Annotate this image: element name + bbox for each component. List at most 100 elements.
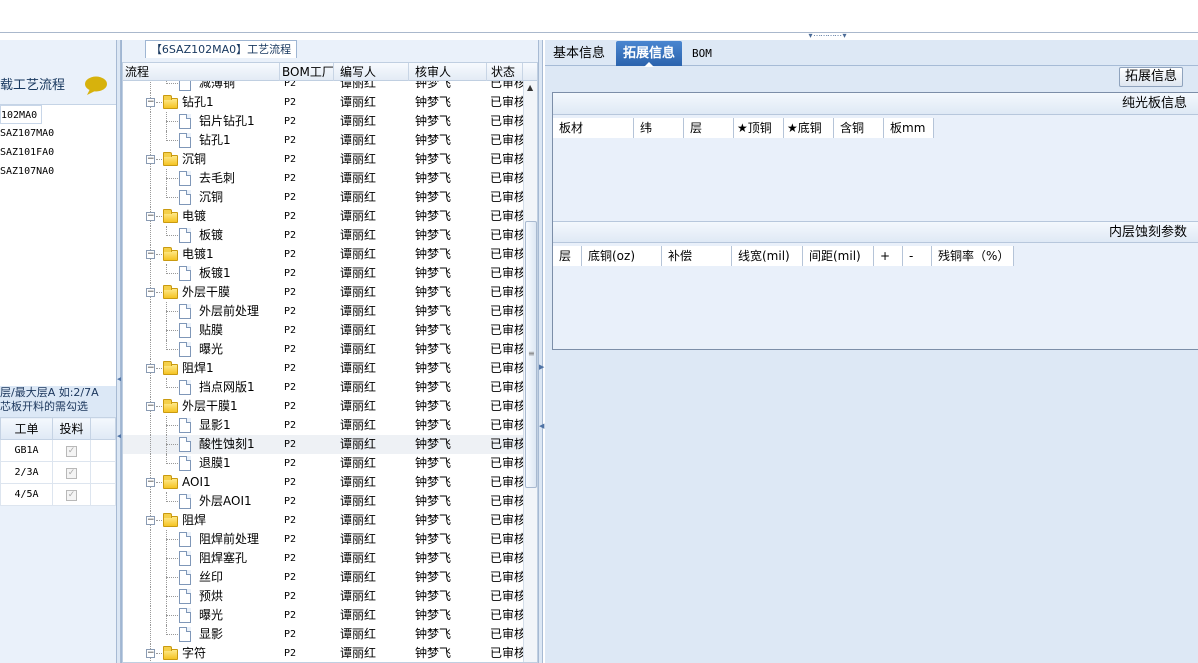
flow-step-name: 阻焊 — [182, 513, 207, 527]
flow-row[interactable]: 沉铜 P2 谭丽红 钟梦飞 已审核 — [123, 188, 523, 207]
col-header-flow[interactable]: 流程 — [123, 63, 280, 81]
flow-status-cell: 已审核 — [490, 266, 523, 280]
flow-row[interactable]: 贴膜 P2 谭丽红 钟梦飞 已审核 — [123, 321, 523, 340]
order-item[interactable]: SAZ107MA0 — [0, 124, 118, 143]
collapse-icon[interactable]: − — [146, 649, 155, 658]
table-row[interactable]: 2/3A ✓ — [0, 461, 116, 484]
chat-bubble-icon[interactable] — [84, 76, 108, 95]
col-bottom-copper[interactable]: ★底铜 — [784, 118, 834, 138]
flow-reviewer-cell: 钟梦飞 — [415, 646, 452, 660]
col-header-workorder[interactable]: 工单 — [0, 417, 53, 440]
flow-scrollbar[interactable]: ▲ ≡ — [523, 81, 537, 662]
right-splitter[interactable]: ▶ ◀ — [538, 40, 544, 663]
col-board-material[interactable]: 板材 — [553, 118, 634, 138]
col-minus[interactable]: - — [903, 246, 932, 266]
col-header-reviewer[interactable]: 核审人 — [409, 63, 487, 81]
collapse-icon[interactable]: − — [146, 516, 155, 525]
flow-rows: 减薄铜 P2 谭丽红 钟梦飞 已审核 − 钻孔1 P2 谭丽红 钟梦飞 已审核 铝片钻孔1 P2 谭丽红钟… — [123, 81, 523, 662]
col-spacing[interactable]: 间距(mil) — [803, 246, 874, 266]
tab-basic-info[interactable]: 基本信息 — [546, 41, 612, 66]
collapse-icon[interactable]: − — [146, 364, 155, 373]
flow-step-name: 退膜1 — [199, 456, 231, 470]
col-board-mm[interactable]: 板mm — [884, 118, 934, 138]
col-etch-layer[interactable]: 层 — [553, 246, 582, 266]
flow-name-cell: 外层AOI1 — [123, 492, 278, 511]
tree-line — [166, 387, 178, 388]
flow-row[interactable]: − 电镀1 P2 谭丽红 钟梦飞 已审核 — [123, 245, 523, 264]
flow-row[interactable]: 阻焊塞孔 P2 谭丽红 钟梦飞 已审核 — [123, 549, 523, 568]
collapse-icon[interactable]: − — [146, 212, 155, 221]
flow-row[interactable]: − 外层干膜 P2 谭丽红 钟梦飞 已审核 — [123, 283, 523, 302]
collapse-icon[interactable]: − — [146, 478, 155, 487]
flow-row[interactable]: − 钻孔1 P2 谭丽红 钟梦飞 已审核 — [123, 93, 523, 112]
col-plus[interactable]: + — [874, 246, 903, 266]
collapse-icon[interactable]: − — [146, 98, 155, 107]
flow-row[interactable]: − 阻焊1 P2 谭丽红 钟梦飞 已审核 — [123, 359, 523, 378]
col-header-status[interactable]: 状态 — [487, 63, 523, 81]
flow-row[interactable]: 挡点网版1 P2 谭丽红 钟梦飞 已审核 — [123, 378, 523, 397]
order-item[interactable]: SAZ101FA0 — [0, 143, 118, 162]
flow-row[interactable]: − 电镀 P2 谭丽红 钟梦飞 已审核 — [123, 207, 523, 226]
flow-step-name: 显影 — [199, 627, 224, 641]
flow-reviewer-cell: 钟梦飞 — [415, 228, 452, 242]
flow-row[interactable]: 去毛刺 P2 谭丽红 钟梦飞 已审核 — [123, 169, 523, 188]
flow-row[interactable]: 板镀1 P2 谭丽红 钟梦飞 已审核 — [123, 264, 523, 283]
flow-row[interactable]: − 沉铜 P2 谭丽红 钟梦飞 已审核 — [123, 150, 523, 169]
flow-row[interactable]: 外层前处理 P2 谭丽红 钟梦飞 已审核 — [123, 302, 523, 321]
col-compensation[interactable]: 补偿 — [662, 246, 732, 266]
col-base-copper[interactable]: 底铜(oz) — [582, 246, 662, 266]
flow-row[interactable]: 预烘 P2 谭丽红 钟梦飞 已审核 — [123, 587, 523, 606]
col-top-copper[interactable]: ★顶铜 — [734, 118, 784, 138]
flow-row[interactable]: − 字符 P2 谭丽红 钟梦飞 已审核 — [123, 644, 523, 662]
collapse-icon[interactable]: − — [146, 155, 155, 164]
feed-checkbox[interactable]: ✓ — [66, 467, 77, 479]
flow-row[interactable]: 显影 P2 谭丽红 钟梦飞 已审核 — [123, 625, 523, 644]
col-header-writer[interactable]: 编写人 — [334, 63, 409, 81]
flow-row[interactable]: 板镀 P2 谭丽红 钟梦飞 已审核 — [123, 226, 523, 245]
flow-row[interactable]: 钻孔1 P2 谭丽红 钟梦飞 已审核 — [123, 131, 523, 150]
tab-extended-info[interactable]: 拓展信息 — [616, 41, 683, 67]
collapse-icon[interactable]: − — [146, 250, 155, 259]
flow-step-name: 阻焊前处理 — [199, 532, 260, 546]
tab-bom[interactable]: BOM — [685, 41, 719, 66]
folder-icon — [163, 646, 178, 660]
flow-row[interactable]: 退膜1 P2 谭丽红 钟梦飞 已审核 — [123, 454, 523, 473]
col-header-bom[interactable]: BOM工厂 — [280, 63, 334, 81]
feed-checkbox[interactable]: ✓ — [66, 489, 77, 501]
scroll-up-arrow[interactable]: ▲ — [527, 83, 533, 92]
flow-row[interactable]: 曝光 P2 谭丽红 钟梦飞 已审核 — [123, 606, 523, 625]
table-row[interactable]: GB1A ✓ — [0, 439, 116, 462]
order-item[interactable]: 102MA0 — [0, 105, 42, 124]
tree-line — [166, 463, 178, 464]
table-row[interactable]: 4/5A ✓ — [0, 483, 116, 506]
tree-line — [166, 577, 178, 578]
flow-row[interactable]: 阻焊前处理 P2 谭丽红 钟梦飞 已审核 — [123, 530, 523, 549]
flow-row[interactable]: 外层AOI1 P2 谭丽红 钟梦飞 已审核 — [123, 492, 523, 511]
tree-line — [166, 425, 178, 426]
flow-row[interactable]: − AOI1 P2 谭丽红 钟梦飞 已审核 — [123, 473, 523, 492]
extended-info-button[interactable]: 拓展信息 — [1119, 67, 1183, 87]
flow-row[interactable]: − 外层干膜1 P2 谭丽红 钟梦飞 已审核 — [123, 397, 523, 416]
col-line-width[interactable]: 线宽(mil) — [732, 246, 803, 266]
col-header-feed[interactable]: 投料 — [52, 417, 91, 440]
tree-line — [166, 330, 178, 331]
top-splitter-handle[interactable]: ▾ ⋯⋯⋯⋯ ▾ — [794, 32, 860, 40]
col-contains-copper[interactable]: 含铜 — [834, 118, 884, 138]
flow-row[interactable]: 铝片钻孔1 P2 谭丽红 钟梦飞 已审核 — [123, 112, 523, 131]
col-weft[interactable]: 纬 — [634, 118, 684, 138]
feed-checkbox[interactable]: ✓ — [66, 445, 77, 457]
col-residual-copper[interactable]: 残铜率（%） — [932, 246, 1014, 266]
collapse-icon[interactable]: − — [146, 288, 155, 297]
flow-step-name: 板镀 — [199, 228, 224, 242]
flow-row[interactable]: − 阻焊 P2 谭丽红 钟梦飞 已审核 — [123, 511, 523, 530]
flow-row[interactable]: 酸性蚀刻1 P2 谭丽红 钟梦飞 已审核 — [123, 435, 523, 454]
flow-row[interactable]: 减薄铜 P2 谭丽红 钟梦飞 已审核 — [123, 81, 523, 93]
collapse-icon[interactable]: − — [146, 402, 155, 411]
flow-row[interactable]: 显影1 P2 谭丽红 钟梦飞 已审核 — [123, 416, 523, 435]
flow-reviewer-cell: 钟梦飞 — [415, 114, 452, 128]
scroll-thumb[interactable]: ≡ — [525, 221, 537, 488]
order-item[interactable]: SAZ107NA0 — [0, 162, 118, 181]
flow-row[interactable]: 曝光 P2 谭丽红 钟梦飞 已审核 — [123, 340, 523, 359]
flow-row[interactable]: 丝印 P2 谭丽红 钟梦飞 已审核 — [123, 568, 523, 587]
col-layer[interactable]: 层 — [684, 118, 734, 138]
